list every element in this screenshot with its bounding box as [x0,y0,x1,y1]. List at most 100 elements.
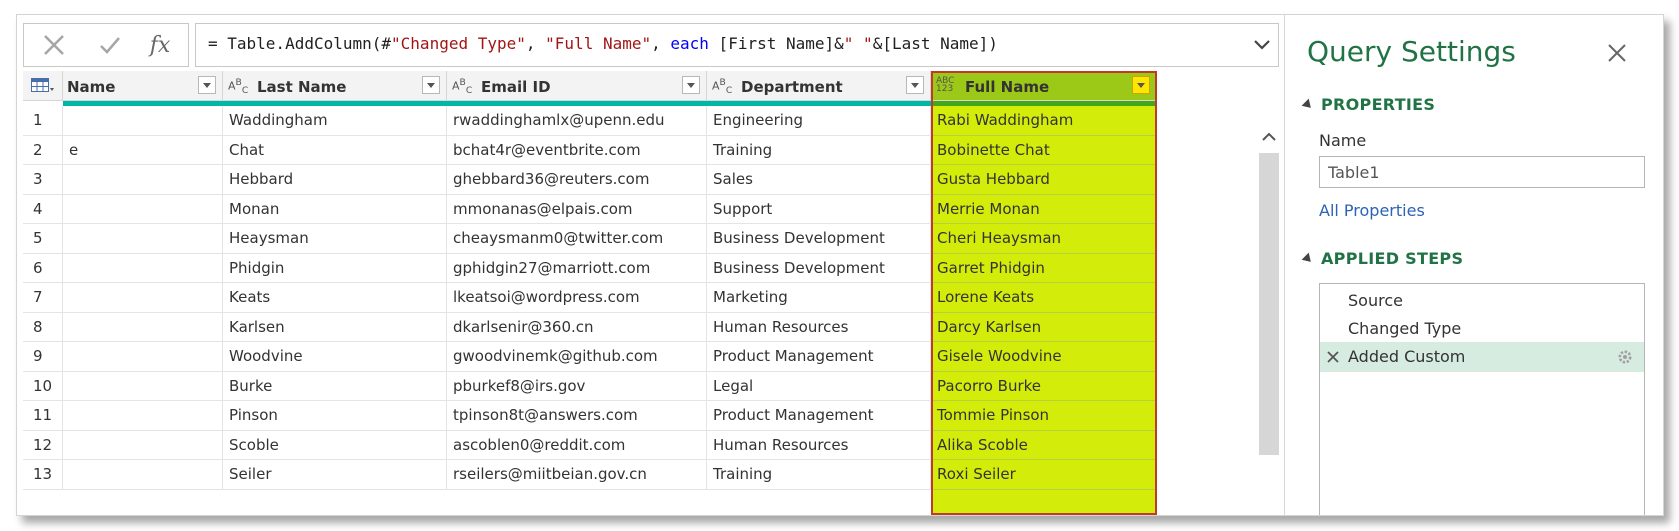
column-header-first-name[interactable]: Name [63,71,223,101]
cell-last-name[interactable]: Karlsen [223,312,447,342]
all-properties-link[interactable]: All Properties [1319,201,1425,220]
cell-department[interactable]: Sales [707,165,931,195]
cell-full-name[interactable]: Merrie Monan [931,194,1157,224]
cell-last-name[interactable]: Chat [223,135,447,165]
close-icon[interactable] [1603,39,1631,67]
cell-first-name[interactable] [63,194,223,224]
chevron-down-icon[interactable] [1252,34,1272,54]
cell-first-name[interactable] [63,283,223,313]
row-number[interactable]: 10 [23,371,63,401]
filter-dropdown-icon[interactable] [422,76,440,94]
cell-first-name[interactable] [63,371,223,401]
step-changed-type[interactable]: Changed Type [1320,314,1644,344]
formula-text[interactable]: = Table.AddColumn(#"Changed Type", "Full… [208,34,998,53]
cell-full-name[interactable]: Bobinette Chat [931,135,1157,165]
cell-first-name[interactable] [63,106,223,136]
cell-last-name[interactable]: Pinson [223,401,447,431]
filter-dropdown-icon[interactable] [1132,76,1150,94]
cell-email-id[interactable]: mmonanas@elpais.com [447,194,707,224]
cell-department[interactable]: Training [707,135,931,165]
cell-email-id[interactable]: gphidgin27@marriott.com [447,253,707,283]
cell-department[interactable]: Legal [707,371,931,401]
text-type-icon[interactable]: ABC [712,78,732,95]
cancel-formula-button[interactable] [36,30,72,60]
row-number[interactable]: 1 [23,106,63,136]
cell-first-name[interactable] [63,401,223,431]
vertical-scrollbar[interactable] [1257,71,1281,461]
cell-department[interactable]: Business Development [707,224,931,254]
cell-department[interactable]: Training [707,460,931,490]
cell-full-name[interactable]: Tommie Pinson [931,401,1157,431]
cell-email-id[interactable]: dkarlsenir@360.cn [447,312,707,342]
row-number[interactable]: 4 [23,194,63,224]
cell-last-name[interactable]: Waddingham [223,106,447,136]
cell-email-id[interactable]: lkeatsoi@wordpress.com [447,283,707,313]
cell-department[interactable]: Marketing [707,283,931,313]
cell-full-name[interactable]: Lorene Keats [931,283,1157,313]
cell-department[interactable]: Product Management [707,401,931,431]
cell-email-id[interactable]: rseilers@miitbeian.gov.cn [447,460,707,490]
cell-last-name[interactable]: Scoble [223,430,447,460]
row-number[interactable]: 8 [23,312,63,342]
row-number[interactable]: 2 [23,135,63,165]
row-number[interactable]: 12 [23,430,63,460]
row-number[interactable]: 5 [23,224,63,254]
cell-full-name[interactable]: Rabi Waddingham [931,106,1157,136]
commit-formula-button[interactable] [92,30,128,60]
cell-email-id[interactable]: rwaddinghamlx@upenn.edu [447,106,707,136]
formula-input[interactable]: = Table.AddColumn(#"Changed Type", "Full… [195,23,1279,67]
cell-full-name[interactable]: Pacorro Burke [931,371,1157,401]
cell-last-name[interactable]: Hebbard [223,165,447,195]
any-type-icon[interactable]: ABC 123 [936,77,954,94]
cell-department[interactable]: Product Management [707,342,931,372]
cell-last-name[interactable]: Heaysman [223,224,447,254]
cell-full-name[interactable]: Darcy Karlsen [931,312,1157,342]
query-name-input[interactable] [1319,156,1645,188]
filter-dropdown-icon[interactable] [198,76,216,94]
cell-first-name[interactable] [63,224,223,254]
filter-dropdown-icon[interactable] [682,76,700,94]
cell-last-name[interactable]: Burke [223,371,447,401]
cell-department[interactable]: Human Resources [707,430,931,460]
table-menu-button[interactable] [23,71,63,101]
insert-function-button[interactable]: fx [142,30,178,60]
row-number[interactable]: 9 [23,342,63,372]
applied-steps-section-header[interactable]: APPLIED STEPS [1301,249,1463,268]
cell-department[interactable]: Support [707,194,931,224]
delete-step-icon[interactable] [1326,350,1340,364]
column-header-email-id[interactable]: ABC Email ID [447,71,707,101]
column-header-full-name[interactable]: ABC 123 Full Name [931,71,1157,101]
cell-full-name[interactable]: Garret Phidgin [931,253,1157,283]
properties-section-header[interactable]: PROPERTIES [1301,95,1435,114]
cell-first-name[interactable] [63,312,223,342]
cell-first-name[interactable] [63,460,223,490]
row-number[interactable]: 3 [23,165,63,195]
cell-email-id[interactable]: bchat4r@eventbrite.com [447,135,707,165]
cell-first-name[interactable] [63,253,223,283]
cell-full-name[interactable]: Cheri Heaysman [931,224,1157,254]
gear-icon[interactable] [1616,348,1634,366]
cell-email-id[interactable]: ascoblen0@reddit.com [447,430,707,460]
cell-full-name[interactable]: Roxi Seiler [931,460,1157,490]
cell-department[interactable]: Business Development [707,253,931,283]
text-type-icon[interactable]: ABC [452,78,472,95]
cell-last-name[interactable]: Monan [223,194,447,224]
text-type-icon[interactable]: ABC [228,78,248,95]
cell-last-name[interactable]: Phidgin [223,253,447,283]
cell-email-id[interactable]: gwoodvinemk@github.com [447,342,707,372]
cell-first-name[interactable]: e [63,135,223,165]
scrollbar-thumb[interactable] [1259,153,1279,455]
cell-first-name[interactable] [63,165,223,195]
row-number[interactable]: 11 [23,401,63,431]
cell-department[interactable]: Engineering [707,106,931,136]
row-number[interactable]: 7 [23,283,63,313]
cell-last-name[interactable]: Seiler [223,460,447,490]
cell-last-name[interactable]: Keats [223,283,447,313]
row-number[interactable]: 13 [23,460,63,490]
cell-department[interactable]: Human Resources [707,312,931,342]
cell-email-id[interactable]: ghebbard36@reuters.com [447,165,707,195]
cell-email-id[interactable]: pburkef8@irs.gov [447,371,707,401]
step-source[interactable]: Source [1320,286,1644,316]
cell-email-id[interactable]: tpinson8t@answers.com [447,401,707,431]
cell-first-name[interactable] [63,342,223,372]
